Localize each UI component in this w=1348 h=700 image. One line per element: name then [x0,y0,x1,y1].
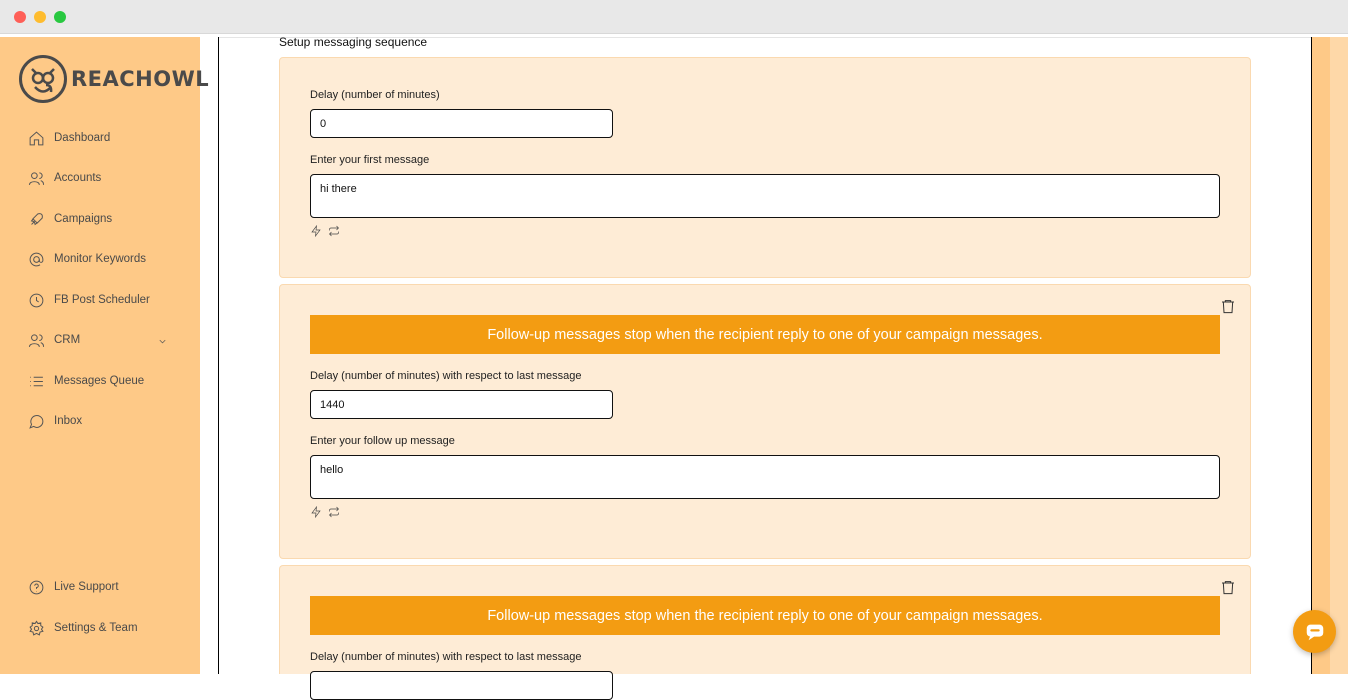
chat-bubble-icon [1306,624,1323,640]
sidebar-item-messages-queue[interactable]: Messages Queue [28,370,178,392]
sidebar-item-campaigns[interactable]: Campaigns [28,208,178,230]
clock-icon [29,293,44,307]
message-tools [310,225,340,237]
sidebar-item-dashboard[interactable]: Dashboard [28,127,178,149]
trash-icon[interactable] [1220,297,1236,315]
lightning-icon[interactable] [310,506,322,518]
lightning-icon[interactable] [310,225,322,237]
rocket-icon [30,212,43,225]
delay-label: Delay (number of minutes) with respect t… [310,370,582,382]
sidebar-item-label: FB Post Scheduler [54,294,150,306]
maximize-window-button[interactable] [54,11,66,23]
brand-name: REACHOWL [71,67,210,91]
scrollbar-track[interactable] [1330,37,1348,674]
users-icon [28,171,45,185]
sidebar-item-label: Monitor Keywords [54,253,147,265]
sidebar: REACHOWL Dashboard Accounts Campaigns Mo… [0,37,209,674]
delay-label: Delay (number of minutes) with respect t… [310,651,582,663]
followup-info-banner: Follow-up messages stop when the recipie… [310,596,1220,635]
sidebar-item-label: CRM [54,334,81,346]
sidebar-item-label: Campaigns [54,213,113,225]
followup-card: Follow-up messages stop when the recipie… [279,284,1251,559]
first-message-textarea[interactable]: hi there [310,174,1220,218]
first-message-card: Delay (number of minutes) 0 Enter your f… [279,57,1251,278]
sidebar-item-label: Accounts [54,172,102,184]
followup-message-textarea[interactable]: hello [310,455,1220,499]
delay-label: Delay (number of minutes) [310,89,440,101]
sidebar-item-label: Inbox [54,415,83,427]
sidebar-item-label: Dashboard [54,132,111,144]
home-icon [29,130,44,145]
sidebar-item-label: Live Support [54,581,119,593]
followup-delay-input[interactable]: 1440 [310,390,613,419]
sidebar-item-fb-post-scheduler[interactable]: FB Post Scheduler [28,289,178,311]
logo[interactable]: REACHOWL [19,55,209,103]
sidebar-item-settings-team[interactable]: Settings & Team [28,617,178,639]
message-label: Enter your follow up message [310,435,455,447]
list-icon [30,376,43,386]
delay-input[interactable]: 0 [310,109,613,138]
owl-logo-icon [19,55,67,103]
users-icon [28,333,45,347]
sidebar-item-crm[interactable]: CRM [28,329,178,351]
followup-info-banner: Follow-up messages stop when the recipie… [310,315,1220,354]
close-window-button[interactable] [14,11,26,23]
at-icon [29,252,44,266]
repeat-icon[interactable] [328,225,340,237]
chat-icon [29,414,44,429]
message-label: Enter your first message [310,154,430,166]
content-left-border [218,37,219,674]
followup-delay-input[interactable] [310,671,613,700]
minimize-window-button[interactable] [34,11,46,23]
gear-icon [29,620,44,636]
sidebar-item-accounts[interactable]: Accounts [28,167,178,189]
live-chat-button[interactable] [1293,610,1336,653]
message-tools [310,506,340,518]
trash-icon[interactable] [1220,578,1236,596]
chevron-down-icon[interactable] [157,334,168,352]
followup-card: Follow-up messages stop when the recipie… [279,565,1251,700]
section-title: Setup messaging sequence [279,35,428,49]
window-titlebar [0,0,1348,34]
sidebar-item-label: Messages Queue [54,375,145,387]
help-icon [29,580,44,594]
sidebar-item-label: Settings & Team [54,622,138,634]
sidebar-item-monitor-keywords[interactable]: Monitor Keywords [28,248,178,270]
sidebar-item-inbox[interactable]: Inbox [28,410,178,432]
repeat-icon[interactable] [328,506,340,518]
sidebar-item-live-support[interactable]: Live Support [28,576,178,598]
